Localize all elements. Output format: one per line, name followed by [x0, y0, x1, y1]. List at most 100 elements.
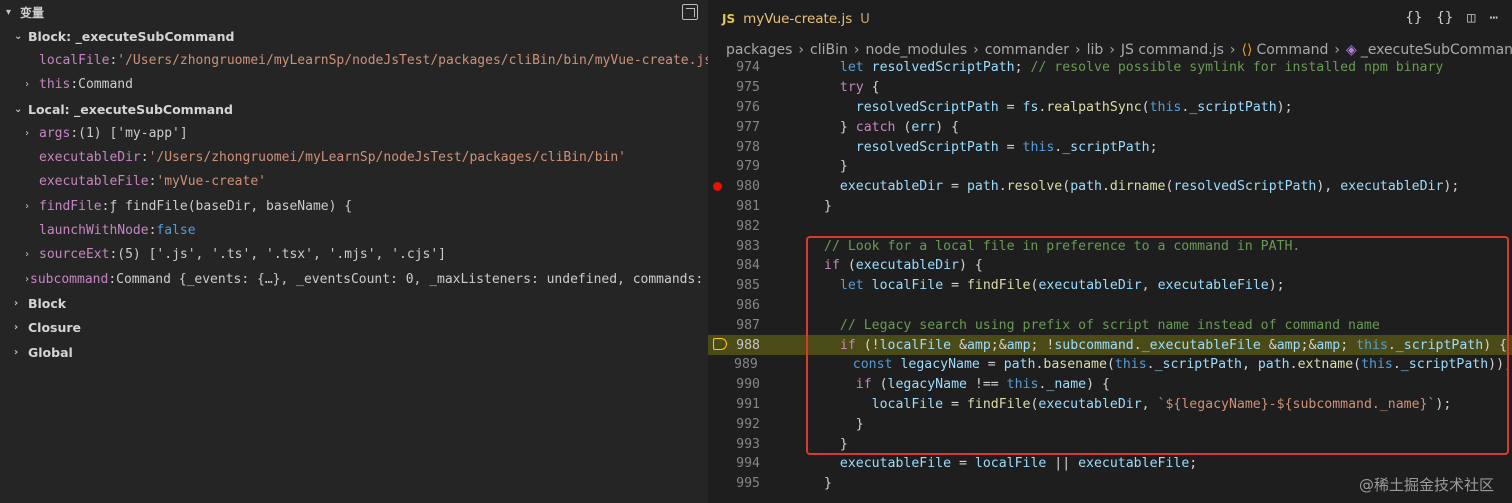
scope-closure[interactable]: › Closure: [0, 316, 708, 340]
code-line[interactable]: 977 } catch (err) {: [708, 117, 1512, 137]
gutter[interactable]: [758, 355, 777, 375]
line-number[interactable]: 991: [708, 397, 760, 412]
line-number[interactable]: 976: [708, 100, 760, 115]
gutter[interactable]: [760, 78, 780, 98]
var-row-args[interactable]: › args: (1) ['my-app']: [0, 121, 708, 145]
var-row-this[interactable]: › this: Command: [0, 73, 708, 97]
code-area[interactable]: 974 let resolvedScriptPath; // resolve p…: [708, 58, 1512, 494]
line-number[interactable]: 987: [708, 318, 760, 333]
line-number[interactable]: 975: [708, 80, 760, 95]
gutter[interactable]: [760, 335, 780, 355]
line-number[interactable]: 981: [708, 199, 760, 214]
gutter[interactable]: [760, 375, 780, 395]
code-line[interactable]: 991 localFile = findFile(executableDir, …: [708, 395, 1512, 415]
crumb-commander[interactable]: commander: [985, 42, 1069, 58]
chevron-right-icon[interactable]: ›: [24, 249, 39, 260]
code-line[interactable]: 980 executableDir = path.resolve(path.di…: [708, 177, 1512, 197]
code-line[interactable]: 982: [708, 216, 1512, 236]
gutter[interactable]: [760, 434, 780, 454]
var-row-localFile[interactable]: localFile: '/Users/zhongruomei/myLearnSp…: [0, 48, 708, 72]
gutter[interactable]: [760, 296, 780, 316]
gutter[interactable]: [760, 197, 780, 217]
gutter[interactable]: [760, 414, 780, 434]
chevron-right-icon[interactable]: ›: [24, 201, 39, 212]
code-line[interactable]: 986: [708, 296, 1512, 316]
code-line[interactable]: 974 let resolvedScriptPath; // resolve p…: [708, 58, 1512, 78]
line-number[interactable]: 990: [708, 377, 760, 392]
code-line[interactable]: 976 resolvedScriptPath = fs.realpathSync…: [708, 98, 1512, 118]
var-name: launchWithNode: [39, 223, 149, 239]
split-editor-icon[interactable]: ◫: [1467, 10, 1475, 26]
line-number[interactable]: 989: [708, 357, 758, 372]
gutter[interactable]: [760, 58, 780, 78]
var-row-sourceExt[interactable]: › sourceExt: (5) ['.js', '.ts', '.tsx', …: [0, 243, 708, 267]
code-line[interactable]: 983 // Look for a local file in preferenc…: [708, 236, 1512, 256]
scope-block-execute[interactable]: ⌄ Block: _executeSubCommand: [0, 24, 708, 48]
var-row-findFile[interactable]: › findFile: ƒ findFile(baseDir, baseName…: [0, 194, 708, 218]
line-number[interactable]: 986: [708, 298, 760, 313]
code-line[interactable]: 988 if (!localFile &amp;&amp; !subcomman…: [708, 335, 1512, 355]
crumb-node-modules[interactable]: node_modules: [865, 42, 967, 58]
var-row-launchWithNode[interactable]: launchWithNode: false: [0, 218, 708, 242]
chevron-right-icon[interactable]: ›: [24, 128, 39, 139]
gutter[interactable]: [760, 216, 780, 236]
chevron-right-icon[interactable]: ›: [24, 79, 39, 90]
line-number[interactable]: 994: [708, 456, 760, 471]
var-row-subcommand[interactable]: › subcommand: Command {_events: {…}, _ev…: [0, 267, 708, 291]
gutter[interactable]: [760, 117, 780, 137]
var-row-executableFile[interactable]: executableFile: 'myVue-create': [0, 170, 708, 194]
crumb-command-js[interactable]: JS command.js: [1121, 42, 1224, 58]
line-number[interactable]: 993: [708, 437, 760, 452]
gutter[interactable]: [760, 315, 780, 335]
line-number[interactable]: 984: [708, 258, 760, 273]
variables-header[interactable]: ▾ 变量: [0, 0, 708, 24]
code-line[interactable]: 987 // Legacy search using prefix of scr…: [708, 315, 1512, 335]
code-line[interactable]: 989 const legacyName = path.basename(thi…: [708, 355, 1512, 375]
gutter[interactable]: [760, 137, 780, 157]
crumb-lib[interactable]: lib: [1087, 42, 1104, 58]
more-actions-icon[interactable]: ⋯: [1490, 10, 1498, 26]
scope-block[interactable]: › Block: [0, 291, 708, 315]
code-line[interactable]: 985 let localFile = findFile(executableD…: [708, 276, 1512, 296]
line-number[interactable]: 979: [708, 159, 760, 174]
line-number[interactable]: 974: [708, 60, 760, 75]
crumb-command[interactable]: Command: [1256, 42, 1328, 58]
code-line[interactable]: 978 resolvedScriptPath = this._scriptPat…: [708, 137, 1512, 157]
breakpoint-icon[interactable]: [713, 181, 722, 191]
crumb-packages[interactable]: packages: [726, 42, 792, 58]
code-line[interactable]: 979 }: [708, 157, 1512, 177]
code-line[interactable]: 990 if (legacyName !== this._name) {: [708, 375, 1512, 395]
gutter[interactable]: [760, 177, 780, 197]
code-line[interactable]: 993 }: [708, 434, 1512, 454]
line-number[interactable]: 982: [708, 219, 760, 234]
gutter[interactable]: [760, 256, 780, 276]
line-number[interactable]: 995: [708, 476, 760, 491]
line-number[interactable]: 985: [708, 278, 760, 293]
code-line[interactable]: 975 try {: [708, 78, 1512, 98]
gutter[interactable]: [760, 276, 780, 296]
var-row-executableDir[interactable]: executableDir: '/Users/zhongruomei/myLea…: [0, 145, 708, 169]
gutter[interactable]: [760, 454, 780, 474]
braces-icon[interactable]: {}: [1405, 10, 1422, 26]
tab-myvue-create[interactable]: JS myVue-create.js U: [708, 0, 884, 38]
line-number[interactable]: 992: [708, 417, 760, 432]
braces-icon[interactable]: {}: [1436, 10, 1453, 26]
scope-local-execute[interactable]: ⌄ Local: _executeSubCommand: [0, 97, 708, 121]
code-line[interactable]: 992 }: [708, 414, 1512, 434]
gutter[interactable]: [760, 157, 780, 177]
collapse-all-icon[interactable]: [682, 4, 698, 20]
var-name: subcommand: [30, 271, 109, 287]
line-number[interactable]: 978: [708, 140, 760, 155]
line-number[interactable]: 977: [708, 120, 760, 135]
gutter[interactable]: [760, 474, 780, 494]
gutter[interactable]: [760, 98, 780, 118]
gutter[interactable]: [760, 395, 780, 415]
line-number[interactable]: 983: [708, 239, 760, 254]
crumb-clibin[interactable]: cliBin: [810, 42, 848, 58]
code-line[interactable]: 981}: [708, 197, 1512, 217]
gutter[interactable]: [760, 236, 780, 256]
scope-global[interactable]: › Global: [0, 340, 708, 364]
code-line[interactable]: 984 if (executableDir) {: [708, 256, 1512, 276]
crumb-method[interactable]: _executeSubCommand: [1361, 42, 1512, 58]
code-line[interactable]: 994 executableFile = localFile || execut…: [708, 454, 1512, 474]
